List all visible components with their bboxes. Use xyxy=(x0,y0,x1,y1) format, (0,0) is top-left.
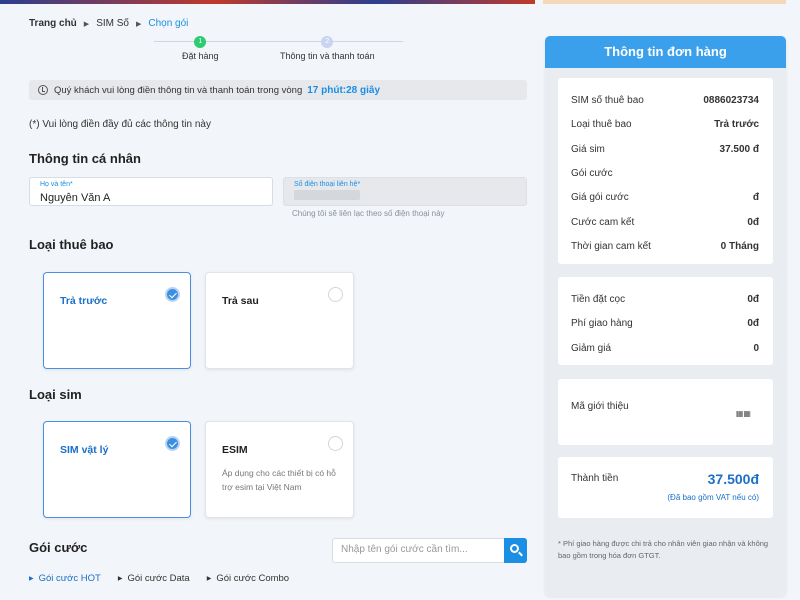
order-row: SIM số thuê bao 0886023734 xyxy=(571,95,759,106)
chevron-right-icon: ▶ xyxy=(83,20,90,28)
option-label: Trả trước xyxy=(60,295,108,307)
order-summary-panel: Thông tin đơn hàng SIM số thuê bao 08860… xyxy=(545,36,786,596)
option-postpaid[interactable]: Trả sau xyxy=(205,272,354,369)
order-row: Thời gian cam kết 0 Tháng xyxy=(571,241,759,252)
required-note: (*) Vui lòng điền đầy đủ các thông tin n… xyxy=(29,119,211,130)
option-label: ESIM xyxy=(222,444,248,456)
phone-masked-value xyxy=(294,190,360,200)
row-label: Phí giao hàng xyxy=(571,318,633,329)
checked-radio-icon[interactable] xyxy=(165,436,180,451)
plan-search-input[interactable] xyxy=(341,544,501,555)
fee-row: Giảm giá 0 xyxy=(571,343,759,354)
full-name-input[interactable] xyxy=(40,192,262,204)
tab-label: Gói cước Combo xyxy=(216,573,290,584)
row-value: đ xyxy=(752,192,759,203)
breadcrumb-home[interactable]: Trang chủ xyxy=(29,18,77,29)
qr-code-icon[interactable]: ▦▦ xyxy=(736,409,751,418)
breadcrumb-current: Chọn gói xyxy=(148,18,189,29)
row-value: 0đ xyxy=(747,217,759,228)
option-esim[interactable]: ESIM Áp dụng cho các thiết bị có hỗ trợ … xyxy=(205,421,354,518)
plan-search[interactable] xyxy=(332,538,527,563)
option-label: SIM vật lý xyxy=(60,444,109,456)
row-label: Cước cam kết xyxy=(571,217,635,228)
search-icon-handle xyxy=(518,551,523,557)
tab-label: Gói cước Data xyxy=(127,573,190,584)
full-name-field[interactable]: Họ và tên* xyxy=(29,177,273,206)
step-order: 1 Đặt hàng xyxy=(182,36,219,61)
referral-box[interactable]: Mã giới thiệu ▦▦ xyxy=(558,379,773,445)
phone-label: Số điện thoại liên hệ* xyxy=(294,181,361,188)
row-value: 0886023734 xyxy=(703,95,759,106)
breadcrumb: Trang chủ ▶ SIM Số ▶ Chọn gói xyxy=(29,18,188,29)
tab-label: Gói cước HOT xyxy=(38,573,101,584)
order-row: Cước cam kết 0đ xyxy=(571,217,759,228)
notice-text: Quý khách vui lòng điền thông tin và tha… xyxy=(54,84,303,96)
caret-right-icon: ▶ xyxy=(117,576,123,582)
phone-field[interactable]: Số điện thoại liên hệ* xyxy=(283,177,527,206)
tab-hot[interactable]: ▶ Gói cước HOT xyxy=(29,573,101,584)
fees-box: Tiền đặt cọc 0đ Phí giao hàng 0đ Giảm gi… xyxy=(558,277,773,365)
row-label: Tiền đặt cọc xyxy=(571,294,626,305)
row-label: Gói cước xyxy=(571,168,613,179)
step-label: Thông tin và thanh toán xyxy=(280,51,375,61)
row-value: 0đ xyxy=(747,294,759,305)
caret-right-icon: ▶ xyxy=(29,576,34,582)
row-label: Loại thuê bao xyxy=(571,119,632,130)
order-row: Gói cước xyxy=(571,168,759,179)
countdown-timer: 17 phút:28 giây xyxy=(307,84,381,96)
chevron-right-icon: ▶ xyxy=(135,20,142,28)
phone-hint: Chúng tôi sẽ liên lạc theo số điện thoại… xyxy=(292,209,445,218)
plan-tabs: ▶ Gói cước HOT ▶ Gói cước Data ▶ Gói cướ… xyxy=(29,573,306,584)
row-value: 0 xyxy=(753,343,759,354)
step-info-payment: 2 Thông tin và thanh toán xyxy=(280,36,375,61)
row-label: Giá sim xyxy=(571,144,605,155)
option-prepaid[interactable]: Trả trước xyxy=(43,272,191,369)
total-value: 37.500đ xyxy=(707,471,759,487)
order-row: Loại thuê bao Trả trước xyxy=(571,119,759,130)
tab-data[interactable]: ▶ Gói cước Data xyxy=(118,573,190,584)
row-value: 37.500 đ xyxy=(719,144,759,155)
row-value: Trả trước xyxy=(714,119,759,130)
search-button[interactable] xyxy=(504,538,527,563)
order-row: Giá sim 37.500 đ xyxy=(571,144,759,155)
sim-type-title: Loại sim xyxy=(29,387,82,402)
personal-info-title: Thông tin cá nhân xyxy=(29,151,141,166)
option-physical-sim[interactable]: SIM vật lý xyxy=(43,421,191,518)
subscription-type-title: Loại thuê bao xyxy=(29,237,114,252)
order-row: Giá gói cước đ xyxy=(571,192,759,203)
row-value: 0đ xyxy=(747,318,759,329)
checkout-stepper: 1 Đặt hàng 2 Thông tin và thanh toán xyxy=(154,36,403,62)
step-label: Đặt hàng xyxy=(182,51,219,61)
checked-radio-icon[interactable] xyxy=(165,287,180,302)
plans-title: Gói cước xyxy=(29,540,88,555)
shipping-footnote: * Phí giao hàng được chi trả cho nhân vi… xyxy=(558,539,769,560)
order-details-box: SIM số thuê bao 0886023734 Loại thuê bao… xyxy=(558,78,773,264)
row-value: 0 Tháng xyxy=(720,241,759,252)
caret-right-icon: ▶ xyxy=(206,576,212,582)
breadcrumb-sim[interactable]: SIM Số xyxy=(96,18,129,29)
top-banner-strip-right xyxy=(543,0,786,4)
fee-row: Tiền đặt cọc 0đ xyxy=(571,294,759,305)
row-label: Giá gói cước xyxy=(571,192,629,203)
order-summary-title: Thông tin đơn hàng xyxy=(545,36,786,68)
full-name-label: Họ và tên* xyxy=(40,181,73,188)
option-label: Trả sau xyxy=(222,295,259,307)
tab-combo[interactable]: ▶ Gói cước Combo xyxy=(207,573,289,584)
step-number: 2 xyxy=(321,36,334,48)
radio-icon[interactable] xyxy=(328,287,343,302)
option-description: Áp dụng cho các thiết bị có hỗ trợ esim … xyxy=(222,468,336,492)
radio-icon[interactable] xyxy=(328,436,343,451)
total-label: Thành tiền xyxy=(571,473,619,484)
total-box: Thành tiền 37.500đ (Đã bao gồm VAT nếu c… xyxy=(558,457,773,518)
clock-icon xyxy=(38,85,48,95)
vat-note: (Đã bao gồm VAT nếu có) xyxy=(667,493,759,502)
referral-label: Mã giới thiệu xyxy=(571,401,629,412)
top-banner-strip xyxy=(0,0,535,4)
step-number: 1 xyxy=(194,36,207,48)
timer-notice: Quý khách vui lòng điền thông tin và tha… xyxy=(29,80,527,100)
row-label: Giảm giá xyxy=(571,343,612,354)
fee-row: Phí giao hàng 0đ xyxy=(571,318,759,329)
row-label: SIM số thuê bao xyxy=(571,95,644,106)
row-label: Thời gian cam kết xyxy=(571,241,651,252)
